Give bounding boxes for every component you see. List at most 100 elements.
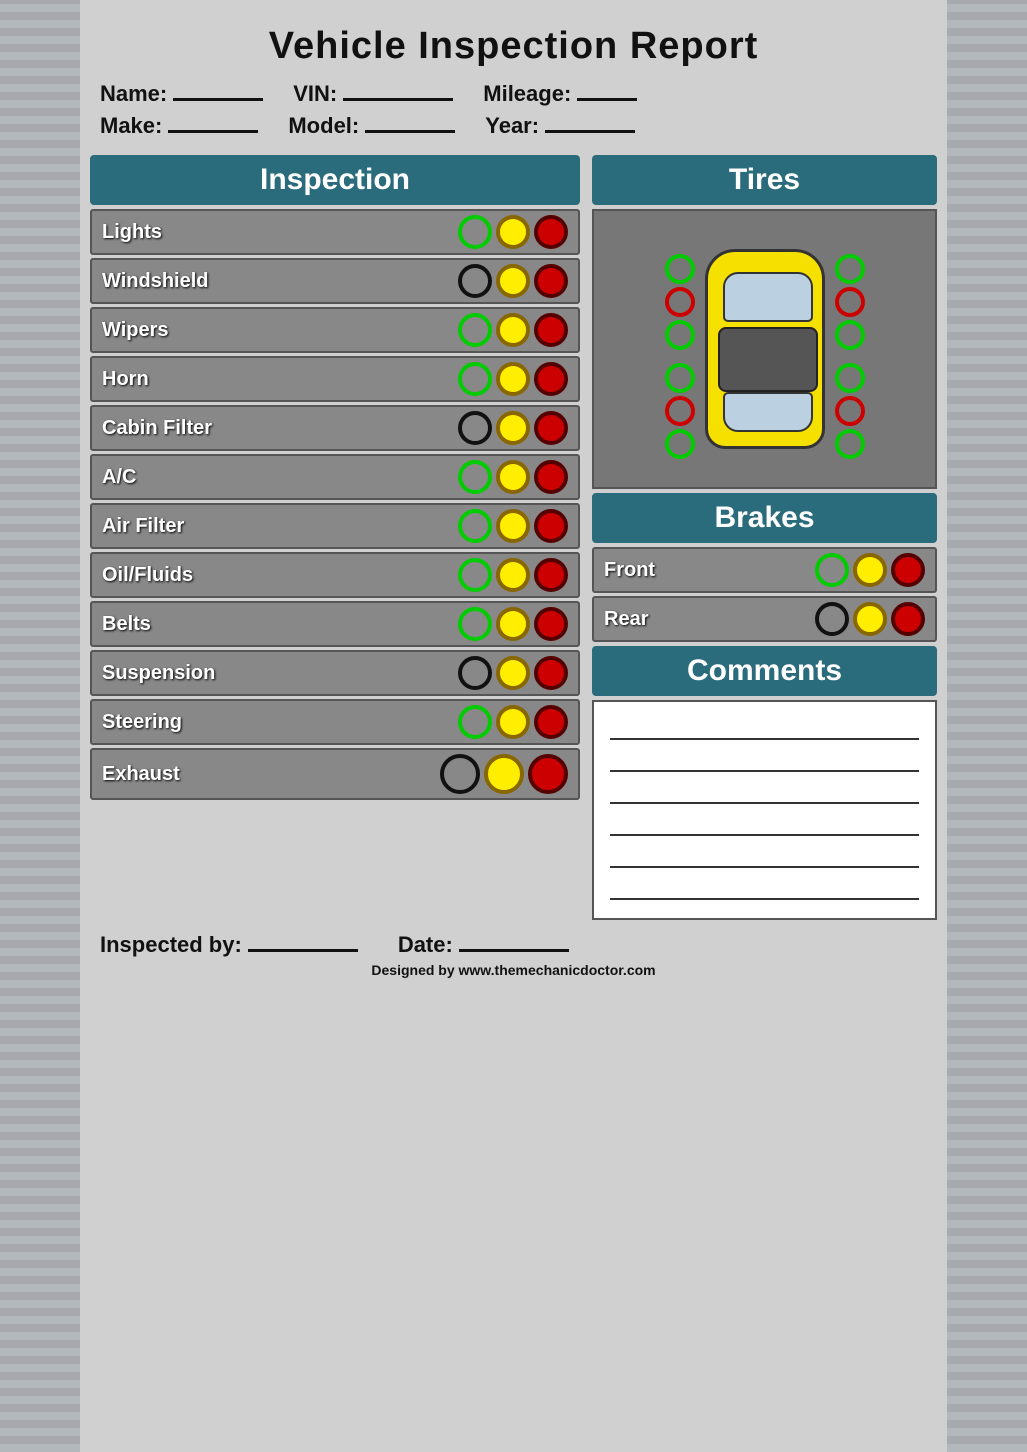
- car-top-view: [665, 229, 865, 469]
- inspection-label: Belts: [102, 613, 458, 636]
- date-group: Date:: [398, 932, 569, 958]
- circle-0: [458, 313, 492, 347]
- inspection-item-oilfluids: Oil/Fluids: [90, 552, 580, 598]
- mileage-label: Mileage:: [483, 81, 571, 107]
- brake-item-front: Front: [592, 547, 937, 593]
- circle-2: [528, 754, 568, 794]
- circle-0: [458, 264, 492, 298]
- tire-rr-circle-3: [835, 429, 865, 459]
- tire-fr-circle-1: [835, 254, 865, 284]
- inspection-item-wipers: Wipers: [90, 307, 580, 353]
- inspection-circles: [458, 215, 568, 249]
- inspection-item-lights: Lights: [90, 209, 580, 255]
- circle-1: [496, 656, 530, 690]
- tire-rl-circle-3: [665, 429, 695, 459]
- tire-front-right: [835, 254, 865, 350]
- brake-circle-0: [815, 602, 849, 636]
- circle-1: [496, 705, 530, 739]
- tire-fr-circle-3: [835, 320, 865, 350]
- tire-front-left: [665, 254, 695, 350]
- right-column: Tires: [592, 155, 937, 920]
- inspection-circles: [458, 362, 568, 396]
- comment-line-2: [610, 746, 919, 772]
- inspection-circles: [458, 313, 568, 347]
- tire-rr-circle-2: [835, 396, 865, 426]
- circle-1: [496, 264, 530, 298]
- brakes-section: Brakes FrontRear: [592, 493, 937, 642]
- page-header: Vehicle Inspection Report: [90, 10, 937, 73]
- circle-1: [496, 411, 530, 445]
- inspection-circles: [458, 705, 568, 739]
- inspection-label: Horn: [102, 368, 458, 391]
- make-label: Make:: [100, 113, 162, 139]
- name-label: Name:: [100, 81, 167, 107]
- circle-1: [496, 558, 530, 592]
- comments-box[interactable]: [592, 700, 937, 920]
- tire-rl-circle-1: [665, 363, 695, 393]
- car-body: [705, 249, 825, 449]
- brakes-items: Front Rear: [592, 547, 937, 642]
- tire-fr-circle-2: [835, 287, 865, 317]
- circle-1: [496, 362, 530, 396]
- circle-1: [496, 460, 530, 494]
- car-roof: [718, 327, 818, 392]
- comments-header: Comments: [592, 646, 937, 696]
- circle-2: [534, 411, 568, 445]
- inspection-column: Inspection Lights Windshield Wipers Horn Cab…: [90, 155, 580, 920]
- circle-0: [458, 215, 492, 249]
- circle-0: [458, 460, 492, 494]
- inspection-label: Air Filter: [102, 515, 458, 538]
- vin-field-group: VIN:: [293, 81, 453, 107]
- inspection-circles: [440, 754, 568, 794]
- inspection-header: Inspection: [90, 155, 580, 205]
- circle-0: [458, 509, 492, 543]
- inspection-item-cabinfilter: Cabin Filter: [90, 405, 580, 451]
- circle-0: [458, 705, 492, 739]
- make-line: [168, 113, 258, 133]
- inspection-item-exhaust: Exhaust: [90, 748, 580, 800]
- date-line: [459, 932, 569, 952]
- inspection-circles: [458, 411, 568, 445]
- brake-label: Front: [604, 559, 815, 582]
- inspection-item-steering: Steering: [90, 699, 580, 745]
- inspection-label: Windshield: [102, 270, 458, 293]
- inspection-item-suspension: Suspension: [90, 650, 580, 696]
- designer-credit: Designed by www.themechanicdoctor.com: [90, 962, 937, 986]
- inspection-item-horn: Horn: [90, 356, 580, 402]
- circle-1: [496, 607, 530, 641]
- name-line: [173, 81, 263, 101]
- tire-rear-left: [665, 363, 695, 459]
- form-row-1: Name: VIN: Mileage:: [100, 81, 927, 107]
- name-field-group: Name:: [100, 81, 263, 107]
- tire-rr-circle-1: [835, 363, 865, 393]
- inspection-circles: [458, 656, 568, 690]
- comment-line-1: [610, 714, 919, 740]
- model-field-group: Model:: [288, 113, 455, 139]
- circle-2: [534, 607, 568, 641]
- inspected-by-label: Inspected by:: [100, 932, 242, 958]
- model-label: Model:: [288, 113, 359, 139]
- circle-2: [534, 264, 568, 298]
- brake-circle-2: [891, 553, 925, 587]
- circle-2: [534, 558, 568, 592]
- main-columns: Inspection Lights Windshield Wipers Horn Cab…: [90, 155, 937, 920]
- inspection-item-belts: Belts: [90, 601, 580, 647]
- circle-0: [458, 607, 492, 641]
- circle-0: [458, 362, 492, 396]
- page-title: Vehicle Inspection Report: [90, 25, 937, 68]
- circle-2: [534, 215, 568, 249]
- brake-circle-1: [853, 553, 887, 587]
- inspection-label: Oil/Fluids: [102, 564, 458, 587]
- inspection-circles: [458, 607, 568, 641]
- brake-item-rear: Rear: [592, 596, 937, 642]
- comment-line-6: [610, 874, 919, 900]
- circle-1: [496, 313, 530, 347]
- inspection-label: Wipers: [102, 319, 458, 342]
- inspection-item-windshield: Windshield: [90, 258, 580, 304]
- circle-2: [534, 656, 568, 690]
- circle-0: [458, 558, 492, 592]
- circle-0: [458, 411, 492, 445]
- make-field-group: Make:: [100, 113, 258, 139]
- circle-1: [484, 754, 524, 794]
- brake-circles: [815, 553, 925, 587]
